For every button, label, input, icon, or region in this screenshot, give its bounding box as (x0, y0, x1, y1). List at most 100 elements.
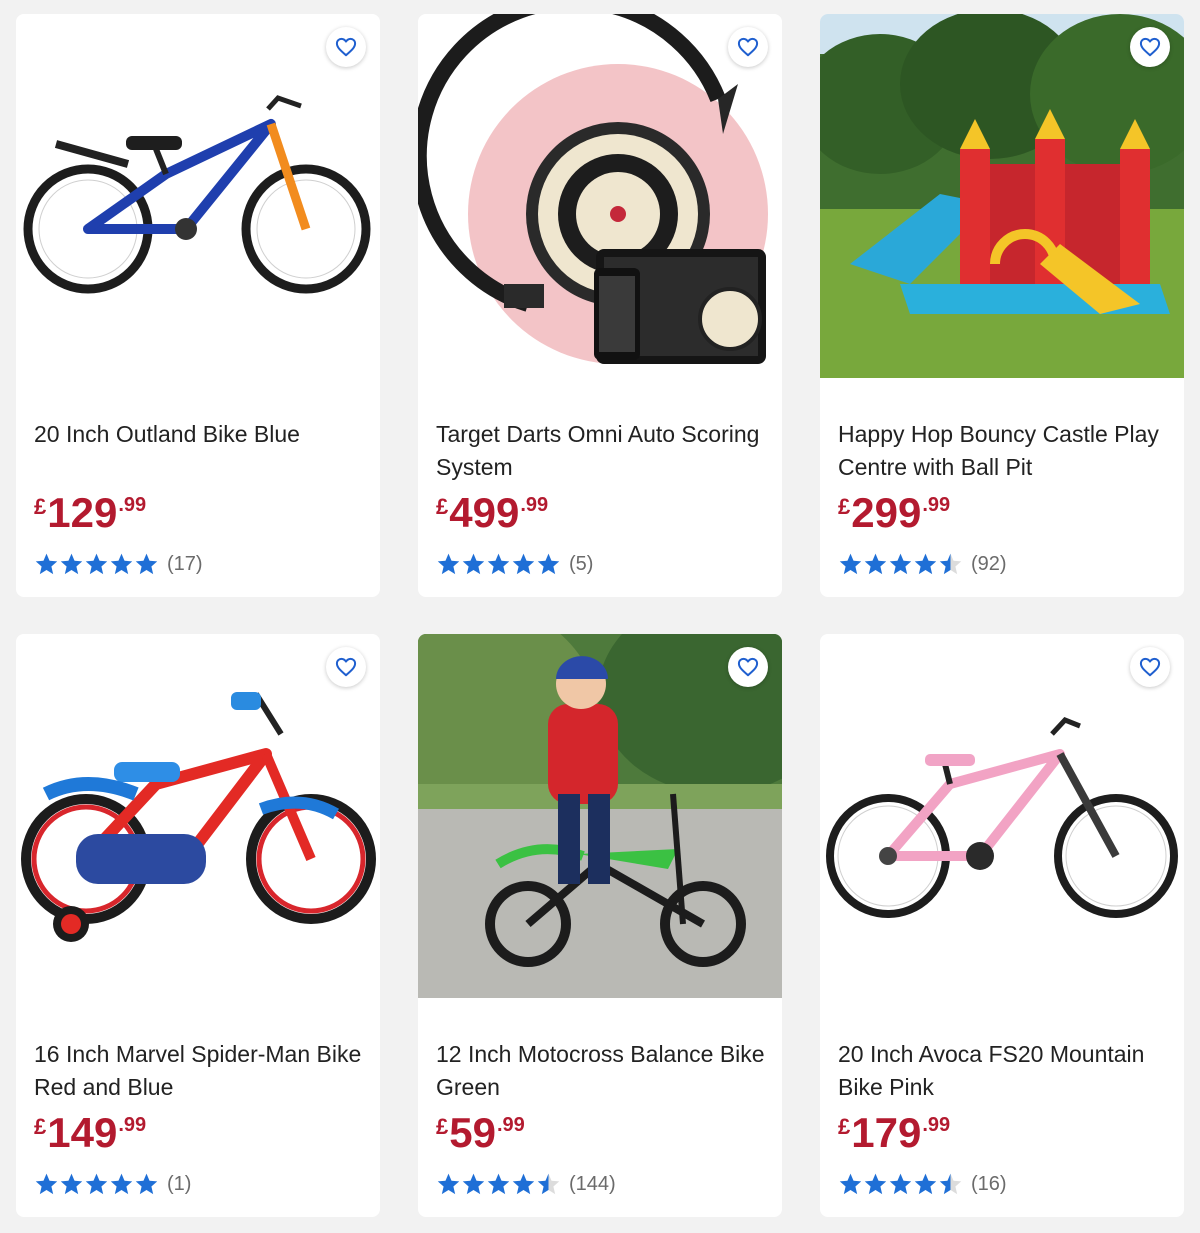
star-icon (110, 1173, 133, 1195)
review-count: (144) (569, 1172, 616, 1195)
star-icon (537, 1173, 560, 1195)
star-icon (437, 553, 460, 575)
star-icon (35, 1173, 58, 1195)
star-icon (487, 553, 510, 575)
product-rating: (144) (436, 1170, 616, 1198)
star-icon (135, 1173, 158, 1195)
review-count: (92) (971, 552, 1007, 575)
star-icon (889, 1173, 912, 1195)
star-rating (838, 1172, 963, 1196)
price-whole: 499 (449, 489, 520, 536)
star-icon (437, 1173, 460, 1195)
product-price: £ 299 .99 (838, 488, 950, 538)
product-image-bouncy-castle[interactable] (820, 14, 1184, 378)
product-image-pink-bike[interactable] (820, 634, 1184, 998)
price-decimal: .99 (922, 1114, 951, 1136)
wishlist-button[interactable] (1130, 647, 1170, 687)
star-icon (864, 1173, 887, 1195)
wishlist-button[interactable] (326, 647, 366, 687)
review-count: (16) (971, 1172, 1007, 1195)
star-icon (914, 553, 937, 575)
product-title[interactable]: 20 Inch Outland Bike Blue (34, 418, 364, 451)
product-image-balance-bike[interactable] (418, 634, 782, 998)
star-icon (512, 1173, 535, 1195)
price-whole: 179 (851, 1109, 922, 1156)
heart-icon (335, 657, 357, 677)
product-title[interactable]: Target Darts Omni Auto Scoring System (436, 418, 766, 484)
price-decimal: .99 (118, 494, 147, 516)
star-icon (85, 1173, 108, 1195)
product-rating: (17) (34, 550, 203, 578)
product-title[interactable]: 20 Inch Avoca FS20 Mountain Bike Pink (838, 1038, 1168, 1104)
product-price: £ 59 .99 (436, 1108, 525, 1158)
star-icon (939, 1173, 962, 1195)
price-currency: £ (436, 1114, 449, 1139)
wishlist-button[interactable] (1130, 27, 1170, 67)
star-icon (839, 553, 862, 575)
price-whole: 59 (449, 1109, 496, 1156)
star-icon (914, 1173, 937, 1195)
price-currency: £ (34, 494, 47, 519)
star-rating (436, 1172, 561, 1196)
star-icon (512, 553, 535, 575)
wishlist-button[interactable] (326, 27, 366, 67)
product-image-spiderman-bike[interactable] (16, 634, 380, 998)
star-icon (839, 1173, 862, 1195)
price-currency: £ (838, 1114, 851, 1139)
product-title[interactable]: 12 Inch Motocross Balance Bike Green (436, 1038, 766, 1104)
wishlist-button[interactable] (728, 647, 768, 687)
product-image-blue-bike[interactable] (16, 14, 380, 378)
price-decimal: .99 (496, 1114, 525, 1136)
product-card[interactable]: Target Darts Omni Auto Scoring System £ … (418, 14, 782, 597)
product-price: £ 149 .99 (34, 1108, 146, 1158)
product-card[interactable]: 16 Inch Marvel Spider-Man Bike Red and B… (16, 634, 380, 1217)
star-icon (135, 553, 158, 575)
star-rating (34, 1172, 159, 1196)
product-rating: (5) (436, 550, 593, 578)
heart-icon (335, 37, 357, 57)
product-title[interactable]: Happy Hop Bouncy Castle Play Centre with… (838, 418, 1168, 484)
star-icon (462, 553, 485, 575)
star-icon (487, 1173, 510, 1195)
product-price: £ 499 .99 (436, 488, 548, 538)
review-count: (1) (167, 1172, 192, 1195)
star-icon (537, 553, 560, 575)
price-currency: £ (838, 494, 851, 519)
price-currency: £ (436, 494, 449, 519)
price-decimal: .99 (520, 494, 549, 516)
star-rating (34, 552, 159, 576)
product-card[interactable]: Happy Hop Bouncy Castle Play Centre with… (820, 14, 1184, 597)
heart-icon (1139, 37, 1161, 57)
price-currency: £ (34, 1114, 47, 1139)
product-rating: (92) (838, 550, 1007, 578)
product-rating: (16) (838, 1170, 1007, 1198)
star-rating (436, 552, 561, 576)
product-card[interactable]: 20 Inch Outland Bike Blue £ 129 .99 (17) (16, 14, 380, 597)
product-title[interactable]: 16 Inch Marvel Spider-Man Bike Red and B… (34, 1038, 364, 1104)
price-decimal: .99 (922, 494, 951, 516)
review-count: (17) (167, 552, 203, 575)
price-whole: 299 (851, 489, 922, 536)
heart-icon (737, 657, 759, 677)
product-image-dartboard[interactable] (418, 14, 782, 378)
star-icon (60, 553, 83, 575)
star-icon (35, 553, 58, 575)
product-price: £ 179 .99 (838, 1108, 950, 1158)
star-icon (462, 1173, 485, 1195)
star-icon (60, 1173, 83, 1195)
star-icon (85, 553, 108, 575)
product-card[interactable]: 20 Inch Avoca FS20 Mountain Bike Pink £ … (820, 634, 1184, 1217)
star-rating (838, 552, 963, 576)
star-icon (939, 553, 962, 575)
price-whole: 129 (47, 489, 118, 536)
price-whole: 149 (47, 1109, 118, 1156)
product-rating: (1) (34, 1170, 191, 1198)
product-card[interactable]: 12 Inch Motocross Balance Bike Green £ 5… (418, 634, 782, 1217)
heart-icon (1139, 657, 1161, 677)
wishlist-button[interactable] (728, 27, 768, 67)
heart-icon (737, 37, 759, 57)
star-icon (889, 553, 912, 575)
star-icon (864, 553, 887, 575)
product-price: £ 129 .99 (34, 488, 146, 538)
review-count: (5) (569, 552, 594, 575)
